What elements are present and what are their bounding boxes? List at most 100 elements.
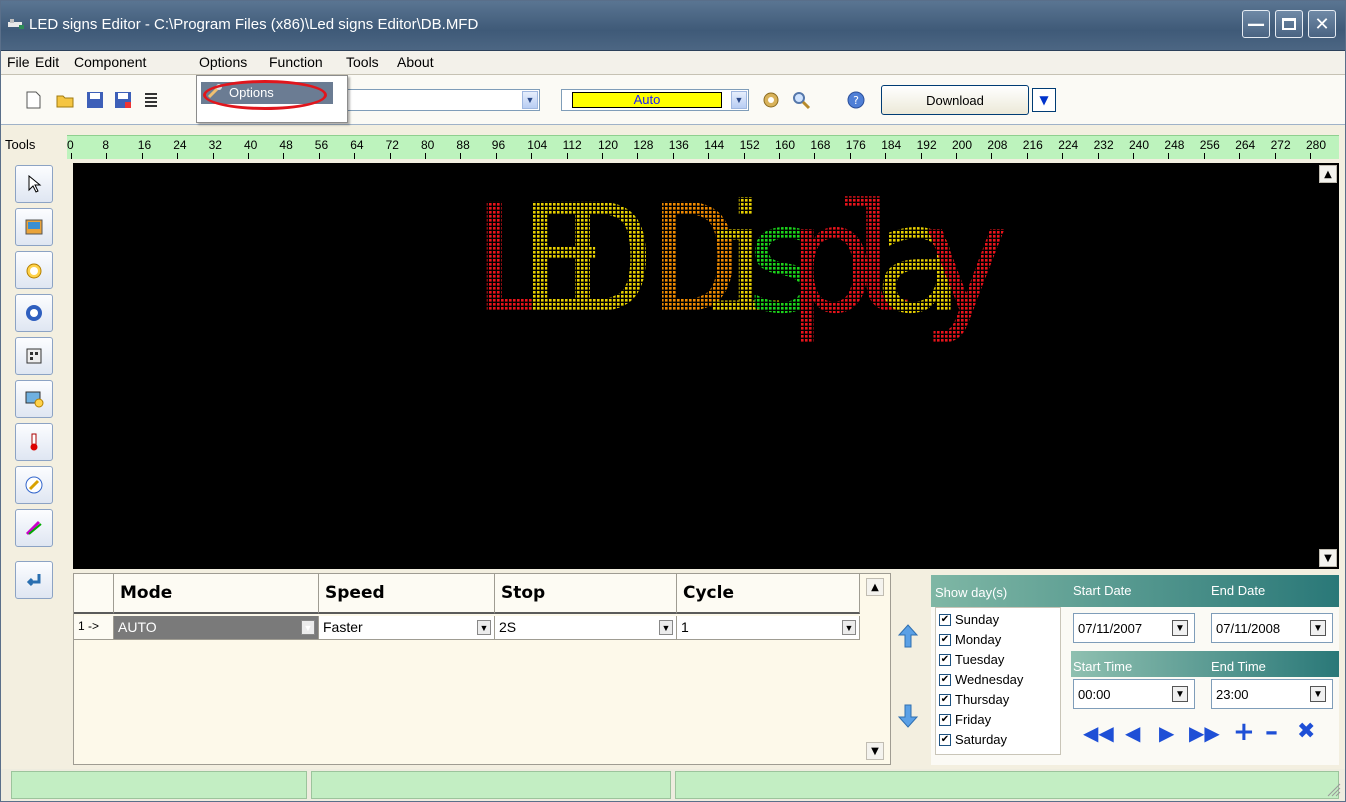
ruler-tick: 16 xyxy=(137,138,152,152)
day-tuesday[interactable]: ✔ Tuesday xyxy=(939,652,1004,667)
day-monday[interactable]: ✔ Monday xyxy=(939,632,1001,647)
color-text-tool-button[interactable] xyxy=(15,509,53,547)
grid-header-mode[interactable]: Mode xyxy=(114,574,319,614)
draw-tool-button[interactable] xyxy=(15,466,53,504)
menu-tools[interactable]: Tools xyxy=(346,54,379,70)
enter-tool-button[interactable] xyxy=(15,561,53,599)
chevron-down-icon[interactable]: ▼ xyxy=(477,620,491,635)
time-dropdown-icon[interactable]: ▼ xyxy=(1310,686,1326,702)
end-time-picker[interactable]: 23:00 ▼ xyxy=(1211,679,1333,709)
ruler-mark xyxy=(1274,153,1276,159)
first-record-icon[interactable]: ◀◀ xyxy=(1083,721,1114,745)
day-friday[interactable]: ✔ Friday xyxy=(939,712,991,727)
ruler-tick: 272 xyxy=(1270,138,1291,152)
checkbox-checked-icon[interactable]: ✔ xyxy=(939,733,951,746)
move-down-arrow-icon[interactable] xyxy=(897,703,919,729)
time-dropdown-icon[interactable]: ▼ xyxy=(1172,686,1188,702)
checkbox-checked-icon[interactable]: ✔ xyxy=(939,673,951,686)
save-as-icon[interactable] xyxy=(113,90,133,110)
chevron-down-icon[interactable]: ▼ xyxy=(301,620,315,635)
start-date-picker[interactable]: 07/11/2007 ▼ xyxy=(1073,613,1195,643)
help-icon[interactable]: ? xyxy=(846,90,866,110)
web-tool-button[interactable] xyxy=(15,294,53,332)
resize-grip-icon[interactable] xyxy=(1327,783,1341,797)
move-up-arrow-icon[interactable] xyxy=(897,623,919,649)
color-combo[interactable]: Auto ▼ xyxy=(561,89,749,111)
checkbox-checked-icon[interactable]: ✔ xyxy=(939,713,951,726)
calendar-dropdown-icon[interactable]: ▼ xyxy=(1310,620,1326,636)
checkbox-checked-icon[interactable]: ✔ xyxy=(939,693,951,706)
magnifier-icon[interactable] xyxy=(791,90,811,110)
day-saturday[interactable]: ✔ Saturday xyxy=(939,732,1007,747)
menu-file[interactable]: File xyxy=(7,54,30,70)
maximize-button[interactable] xyxy=(1275,10,1303,38)
scroll-up-arrow-icon[interactable]: ▲ xyxy=(1319,165,1337,183)
chevron-down-icon[interactable]: ▼ xyxy=(731,91,747,109)
end-date-picker[interactable]: 07/11/2008 ▼ xyxy=(1211,613,1333,643)
chevron-down-icon[interactable]: ▼ xyxy=(842,620,856,635)
day-label: Saturday xyxy=(955,732,1008,747)
status-pane-2 xyxy=(311,771,671,799)
schedule-tool-button[interactable] xyxy=(15,380,53,418)
pixel-ruler: 0 8 16 24 32 40 48 56 64 72 80 88 96 104 112 120 128 136 1… xyxy=(67,135,1339,159)
temperature-tool-button[interactable] xyxy=(15,423,53,461)
grid-header-stop[interactable]: Stop xyxy=(495,574,677,614)
picture-tool-button[interactable] xyxy=(15,208,53,246)
new-file-icon[interactable] xyxy=(23,90,43,110)
next-record-icon[interactable]: ▶ xyxy=(1159,721,1174,745)
ruler-mark xyxy=(495,153,497,159)
clock-tool-button[interactable] xyxy=(15,251,53,289)
menu-function[interactable]: Function xyxy=(269,54,323,70)
start-time-picker[interactable]: 00:00 ▼ xyxy=(1073,679,1195,709)
grid-header-speed[interactable]: Speed xyxy=(319,574,495,614)
stop-cell[interactable]: 2S ▼ xyxy=(495,616,677,640)
cycle-cell[interactable]: 1 ▼ xyxy=(677,616,860,640)
add-record-icon[interactable]: + xyxy=(1233,717,1255,747)
calendar-tool-button[interactable] xyxy=(15,337,53,375)
ruler-mark xyxy=(708,153,710,159)
day-sunday[interactable]: ✔ Sunday xyxy=(939,612,999,627)
day-thursday[interactable]: ✔ Thursday xyxy=(939,692,1009,707)
end-date-label: End Date xyxy=(1211,583,1266,598)
time-header: Start Time End Time xyxy=(1071,651,1339,677)
close-button[interactable]: ✕ xyxy=(1308,10,1336,38)
ruler-tick: 24 xyxy=(173,138,187,152)
color-combo-value: Auto xyxy=(633,92,661,107)
chevron-down-icon[interactable]: ▼ xyxy=(659,620,673,635)
menu-edit[interactable]: Edit xyxy=(35,54,59,70)
menu-component[interactable]: Component xyxy=(74,54,146,70)
download-button[interactable]: Download xyxy=(881,85,1029,115)
calendar-dropdown-icon[interactable]: ▼ xyxy=(1172,620,1188,636)
last-record-icon[interactable]: ▶▶ xyxy=(1189,721,1220,745)
title-bar[interactable]: LED signs Editor - C:\Program Files (x86… xyxy=(1,1,1345,51)
align-icon[interactable] xyxy=(141,90,161,110)
mode-cell[interactable]: AUTO ▼ xyxy=(114,616,319,640)
chevron-down-icon[interactable]: ▼ xyxy=(522,91,538,109)
menu-about[interactable]: About xyxy=(397,54,434,70)
menu-options[interactable]: Options xyxy=(199,54,247,70)
checkbox-checked-icon[interactable]: ✔ xyxy=(939,653,951,666)
pointer-tool-button[interactable] xyxy=(15,165,53,203)
delete-record-icon[interactable]: – xyxy=(1265,717,1278,747)
scroll-down-arrow-icon[interactable]: ▼ xyxy=(1319,549,1337,567)
enter-arrow-icon xyxy=(26,574,41,587)
grid-scroll-down-icon[interactable]: ▼ xyxy=(866,742,884,760)
pencil-icon xyxy=(25,476,43,494)
ruler-tick: 176 xyxy=(845,138,866,152)
checkbox-checked-icon[interactable]: ✔ xyxy=(939,633,951,646)
grid-header-cycle[interactable]: Cycle xyxy=(677,574,860,614)
checkbox-checked-icon[interactable]: ✔ xyxy=(939,613,951,626)
day-wednesday[interactable]: ✔ Wednesday xyxy=(939,672,1023,687)
settings-gear-icon[interactable] xyxy=(761,90,781,110)
speed-cell[interactable]: Faster ▼ xyxy=(319,616,495,640)
led-preview-canvas[interactable]: LEDDisplay LED Display xyxy=(73,163,1339,569)
cancel-record-icon[interactable]: ✖ xyxy=(1297,719,1315,744)
open-folder-icon[interactable] xyxy=(55,90,75,110)
previous-record-icon[interactable]: ◀ xyxy=(1125,721,1140,745)
download-options-chevron-icon[interactable]: ▼ xyxy=(1032,88,1056,112)
save-icon[interactable] xyxy=(85,90,105,110)
minimize-button[interactable]: — xyxy=(1242,10,1270,38)
ruler-tick: 56 xyxy=(314,138,329,152)
grid-scroll-up-icon[interactable]: ▲ xyxy=(866,578,884,596)
ruler-tick: 32 xyxy=(208,138,222,152)
